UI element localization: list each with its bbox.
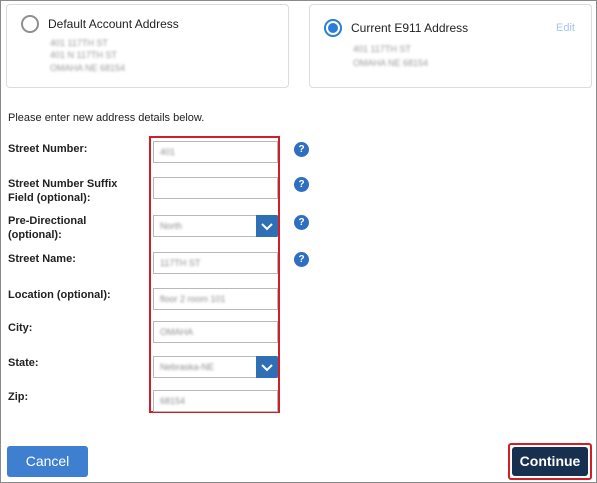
street-number-help-icon[interactable]: ? [294,142,309,157]
street-suffix-input[interactable] [153,177,278,199]
state-label: State: [8,357,39,369]
city-label: City: [8,322,33,334]
continue-highlight-box: Continue [508,443,592,480]
default-address-title: Default Account Address [48,17,179,31]
pre-directional-value: North [160,221,183,231]
current-e911-line: OMAHA NE 68154 [353,58,429,68]
pre-directional-select[interactable]: North [153,215,278,237]
cancel-button[interactable]: Cancel [7,446,88,477]
zip-input[interactable]: 68154 [153,390,278,412]
street-suffix-help-icon[interactable]: ? [294,177,309,192]
default-address-line: 401 117TH ST [50,38,108,48]
default-address-line: 401 N 117TH ST [50,50,117,60]
street-name-help-icon[interactable]: ? [294,252,309,267]
chevron-down-icon [261,223,273,231]
current-e911-line: 401 117TH ST [353,44,411,54]
street-name-label: Street Name: [8,253,76,265]
street-number-input[interactable]: 401 [153,141,278,163]
default-address-card[interactable]: Default Account Address 401 117TH ST 401… [6,4,289,88]
street-number-label: Street Number: [8,143,88,155]
edit-link[interactable]: Edit [556,22,575,34]
state-dropdown-button[interactable] [256,356,278,378]
pre-directional-label: Pre-Directional (optional): [8,215,87,241]
default-address-radio[interactable] [21,15,39,33]
pre-directional-help-icon[interactable]: ? [294,215,309,230]
default-address-line: OMAHA NE 68154 [50,63,126,73]
chevron-down-icon [261,364,273,372]
state-select[interactable]: Nebraska-NE [153,356,278,378]
street-name-input[interactable]: 117TH ST [153,252,278,274]
continue-button[interactable]: Continue [512,447,588,476]
location-label: Location (optional): [8,289,111,301]
zip-label: Zip: [8,391,29,403]
current-e911-title: Current E911 Address [351,21,469,35]
form-intro-text: Please enter new address details below. [8,112,205,124]
current-e911-radio[interactable] [324,19,342,37]
e911-address-form: Default Account Address 401 117TH ST 401… [0,0,597,483]
street-suffix-label: Street Number Suffix Field (optional): [8,178,118,204]
current-e911-address-card[interactable]: Current E911 Address Edit 401 117TH ST O… [309,4,592,88]
state-value: Nebraska-NE [160,362,215,372]
pre-directional-dropdown-button[interactable] [256,215,278,237]
city-input[interactable]: OMAHA [153,321,278,343]
location-input[interactable]: floor 2 room 101 [153,288,278,310]
